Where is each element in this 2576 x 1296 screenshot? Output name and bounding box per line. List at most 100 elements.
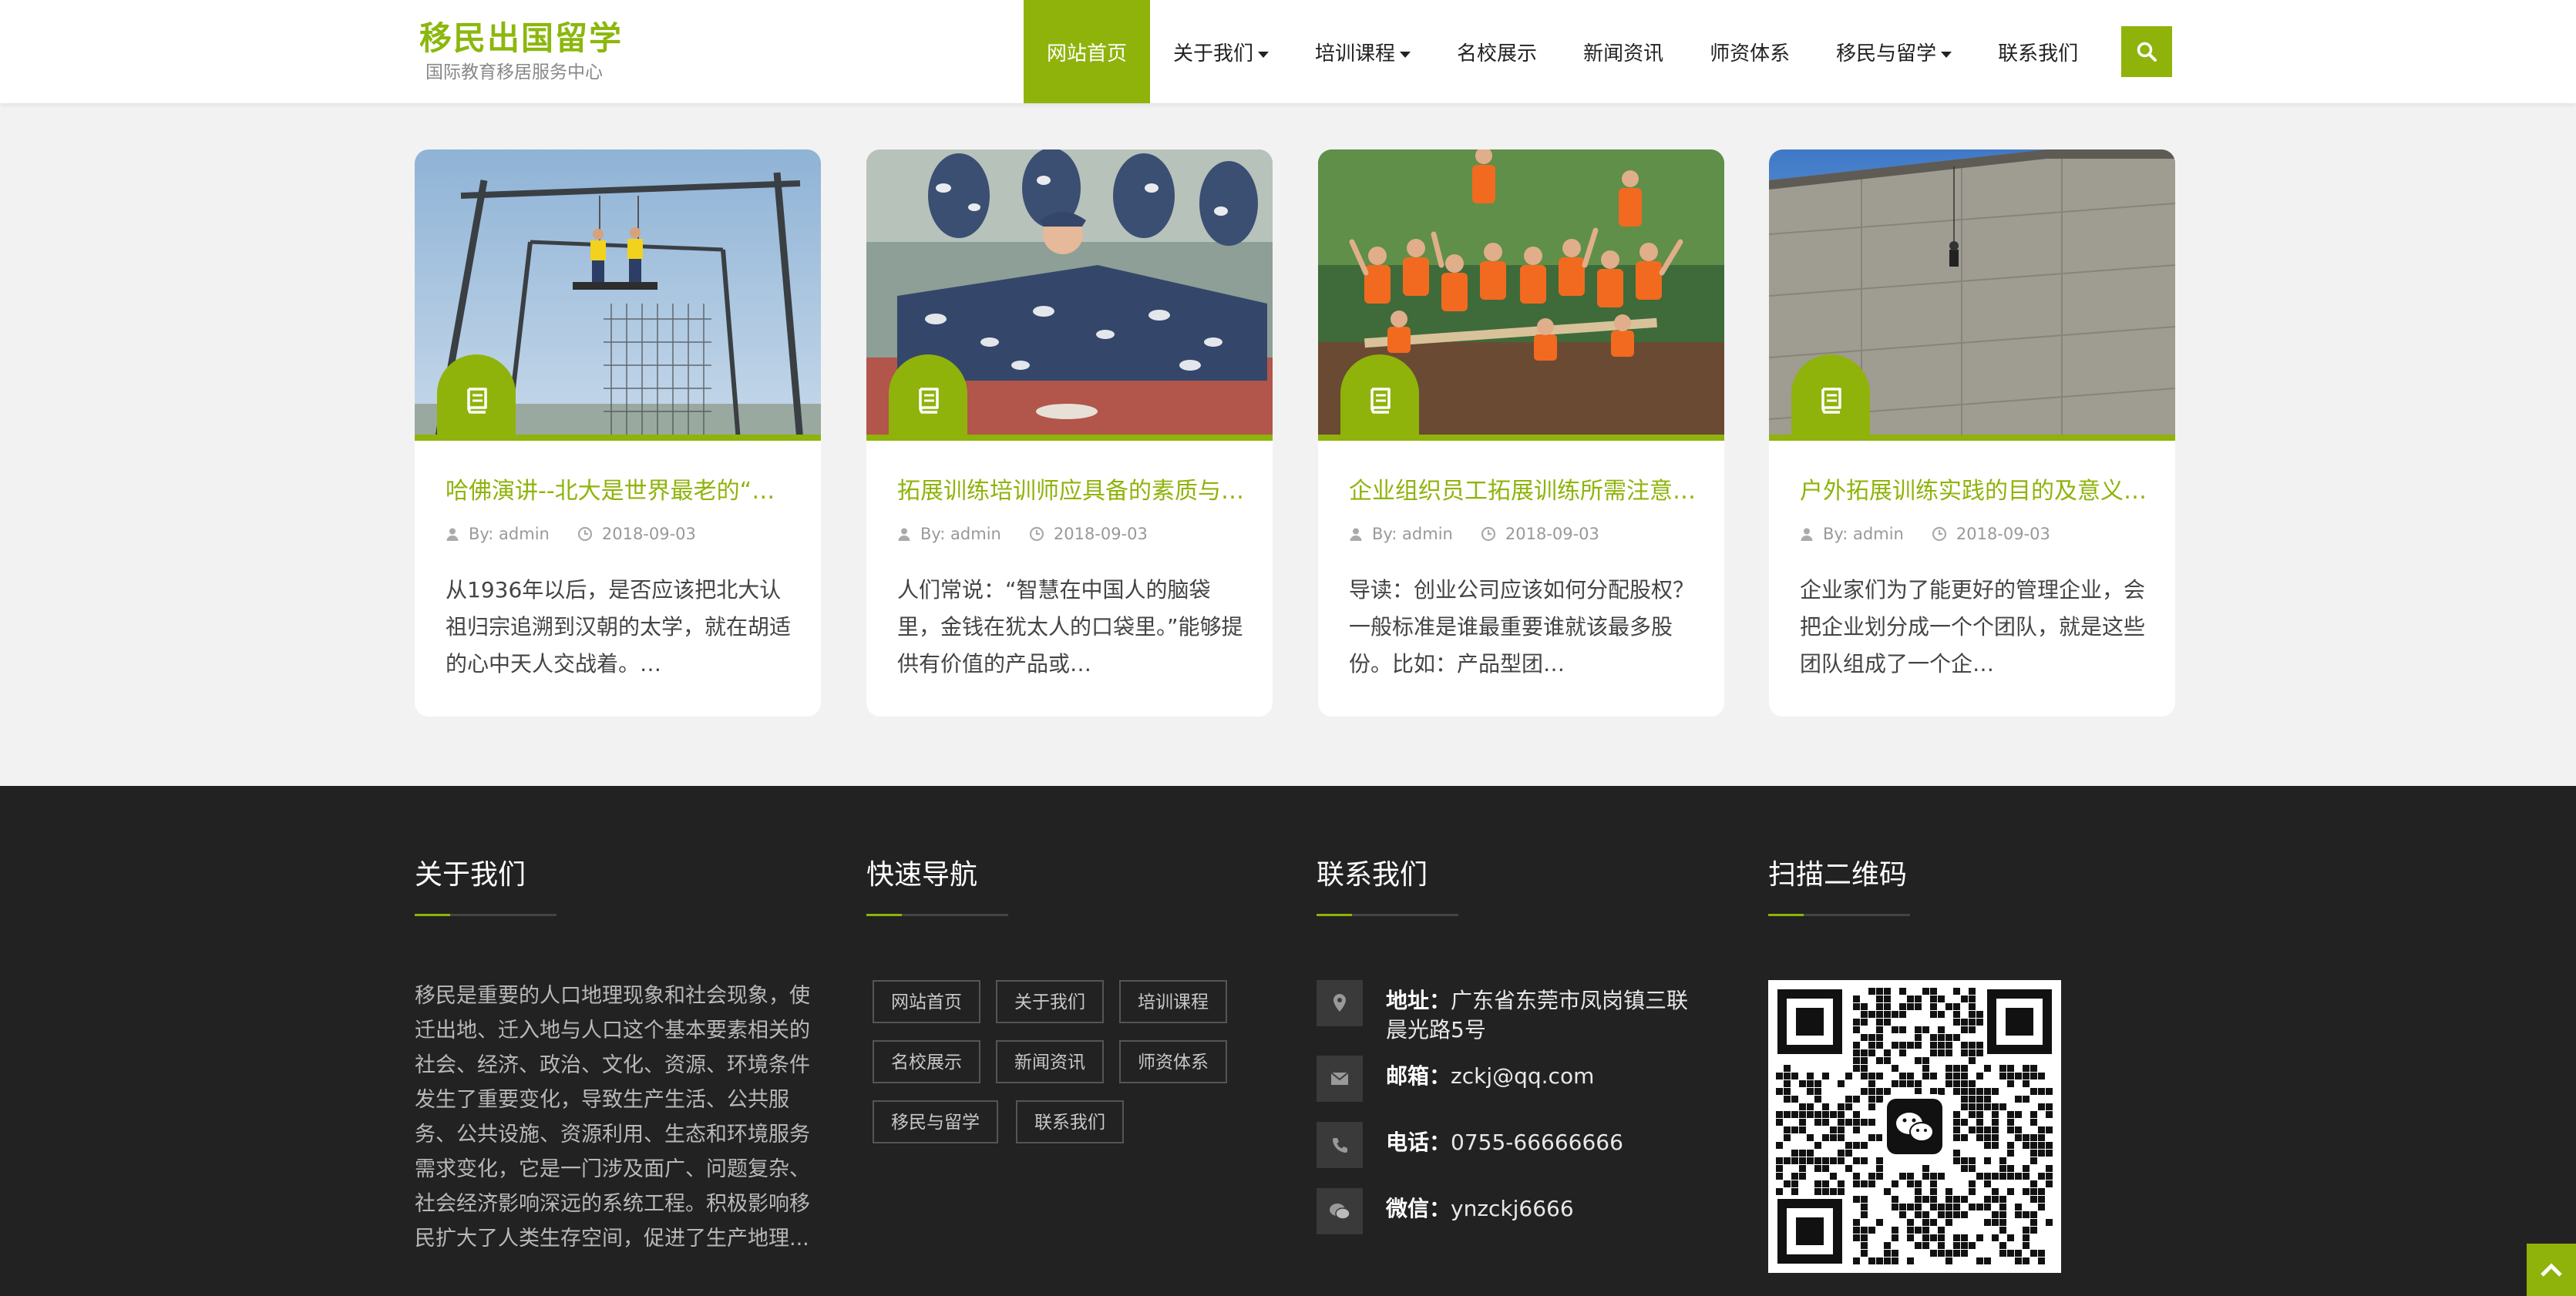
quicknav-link-immigration[interactable]: 移民与留学 xyxy=(873,1100,998,1143)
contact-value: 0755-66666666 xyxy=(1451,1130,1623,1155)
heading-underline xyxy=(1768,914,1910,916)
article-card[interactable]: 企业组织员工拓展训练所需注意的事项 By: admin 2018-09-03 导… xyxy=(1318,149,1724,717)
nav-item-news[interactable]: 新闻资讯 xyxy=(1560,0,1687,103)
article-cards: 哈佛演讲--北大是世界最老的“大学” By: admin 2018-09-03 … xyxy=(415,149,2175,717)
clock-icon xyxy=(1481,526,1495,542)
contact-value[interactable]: zckj@qq.com xyxy=(1451,1063,1594,1089)
article-meta: By: admin 2018-09-03 xyxy=(1349,522,1627,546)
nav-item-teachers[interactable]: 师资体系 xyxy=(1687,0,1813,103)
article-date: 2018-09-03 xyxy=(1956,525,2050,543)
quicknav-link-about[interactable]: 关于我们 xyxy=(996,980,1104,1023)
article-excerpt: 导读：创业公司应该如何分配股权？一般标准是谁最重要谁就该最多股份。比如：产品型团… xyxy=(1349,577,1695,677)
article-author: By: admin xyxy=(920,525,1001,543)
contact-label: 地址： xyxy=(1386,988,1451,1013)
logo-subtitle: 国际教育移居服务中心 xyxy=(425,62,603,82)
contact-address: 地址：广东省东莞市凤岗镇三联晨光路5号 xyxy=(1317,980,1710,1045)
quicknav-link-courses[interactable]: 培训课程 xyxy=(1119,980,1227,1023)
site-logo[interactable]: 移民出国留学 国际教育移居服务中心 xyxy=(419,17,651,91)
footer-qr-heading: 扫描二维码 xyxy=(1768,859,1908,891)
qr-code-image xyxy=(1768,980,2061,1273)
main-nav: 网站首页 关于我们 培训课程 名校展示 新闻资讯 师资体系 移民与留学 联系我们 xyxy=(1024,0,2101,103)
article-date: 2018-09-03 xyxy=(1505,525,1599,543)
chevron-up-icon xyxy=(2541,1263,2562,1277)
nav-item-schools[interactable]: 名校展示 xyxy=(1434,0,1560,103)
article-excerpt: 企业家们为了能更好的管理企业，会把企业划分成一个个团队，就是这些团队组成了一个企… xyxy=(1800,577,2146,677)
article-image[interactable] xyxy=(866,149,1273,441)
footer-quicknav-heading: 快速导航 xyxy=(866,859,978,891)
user-icon xyxy=(1801,528,1813,541)
quicknav-link-teachers[interactable]: 师资体系 xyxy=(1119,1040,1227,1083)
search-icon xyxy=(2137,42,2157,62)
book-icon xyxy=(467,388,487,414)
quicknav-link-home[interactable]: 网站首页 xyxy=(873,980,980,1023)
article-card[interactable]: 哈佛演讲--北大是世界最老的“大学” By: admin 2018-09-03 … xyxy=(415,149,821,717)
nav-item-courses[interactable]: 培训课程 xyxy=(1292,0,1434,103)
article-image[interactable] xyxy=(1769,149,2175,441)
caret-down-icon xyxy=(1941,51,1952,58)
logo-title: 移民出国留学 xyxy=(419,19,624,57)
caret-down-icon xyxy=(1400,51,1411,58)
article-title[interactable]: 企业组织员工拓展训练所需注意的事项 xyxy=(1349,472,1696,505)
article-title[interactable]: 户外拓展训练实践的目的及意义是什么 xyxy=(1800,472,2147,505)
article-meta: By: admin 2018-09-03 xyxy=(446,522,724,546)
footer-about-heading: 关于我们 xyxy=(415,859,526,891)
book-icon xyxy=(1821,388,1841,414)
article-author: By: admin xyxy=(1372,525,1453,543)
location-icon xyxy=(1317,980,1363,1026)
contact-label: 微信： xyxy=(1386,1196,1451,1221)
nav-item-label: 关于我们 xyxy=(1173,42,1254,65)
nav-item-immigration[interactable]: 移民与留学 xyxy=(1813,0,1975,103)
article-title[interactable]: 哈佛演讲--北大是世界最老的“大学” xyxy=(446,472,792,505)
nav-item-home[interactable]: 网站首页 xyxy=(1024,0,1151,103)
back-to-top-button[interactable] xyxy=(2527,1244,2576,1296)
nav-item-contact[interactable]: 联系我们 xyxy=(1975,0,2101,103)
article-image[interactable] xyxy=(1318,149,1724,441)
card-badge xyxy=(1340,354,1419,441)
site-footer: 关于我们 快速导航 联系我们 扫描二维码 xyxy=(0,786,2576,1296)
mail-icon xyxy=(1317,1056,1363,1102)
quicknav-link-schools[interactable]: 名校展示 xyxy=(873,1040,980,1083)
card-badge xyxy=(1791,354,1870,441)
article-meta: By: admin 2018-09-03 xyxy=(1800,522,2078,546)
wechat-icon xyxy=(1317,1188,1363,1234)
contact-email: 邮箱：zckj@qq.com xyxy=(1317,1056,1710,1102)
nav-item-label: 培训课程 xyxy=(1315,42,1396,65)
search-button[interactable] xyxy=(2121,26,2172,77)
clock-icon xyxy=(577,526,592,542)
phone-icon xyxy=(1317,1122,1363,1168)
qr-code xyxy=(1768,980,2061,1273)
contact-label: 电话： xyxy=(1386,1130,1451,1155)
article-card[interactable]: 户外拓展训练实践的目的及意义是什么 By: admin 2018-09-03 企… xyxy=(1769,149,2175,717)
contact-value: ynzckj6666 xyxy=(1451,1196,1574,1221)
article-author: By: admin xyxy=(1823,525,1904,543)
user-icon xyxy=(1350,528,1362,541)
caret-down-icon xyxy=(1258,51,1270,58)
article-card[interactable]: 拓展训练培训师应具备的素质与能力 By: admin 2018-09-03 人们… xyxy=(866,149,1273,717)
clock-icon xyxy=(1029,526,1044,542)
article-image[interactable] xyxy=(415,149,821,441)
quicknav-link-news[interactable]: 新闻资讯 xyxy=(996,1040,1104,1083)
heading-underline xyxy=(866,914,1008,916)
user-icon xyxy=(446,528,459,541)
card-badge xyxy=(889,354,967,441)
card-badge xyxy=(437,354,516,441)
user-icon xyxy=(898,528,910,541)
clock-icon xyxy=(1932,526,1946,542)
heading-underline xyxy=(1317,914,1458,916)
article-date: 2018-09-03 xyxy=(1053,525,1148,543)
article-date: 2018-09-03 xyxy=(601,525,696,543)
article-title[interactable]: 拓展训练培训师应具备的素质与能力 xyxy=(897,472,1244,505)
article-meta: By: admin 2018-09-03 xyxy=(897,522,1175,546)
article-excerpt: 从1936年以后，是否应该把北大认祖归宗追溯到汉朝的太学，就在胡适的心中天人交战… xyxy=(446,577,792,677)
contact-wechat: 微信：ynzckj6666 xyxy=(1317,1188,1710,1234)
contact-label: 邮箱： xyxy=(1386,1063,1451,1089)
contact-phone: 电话：0755-66666666 xyxy=(1317,1122,1710,1168)
nav-item-label: 移民与留学 xyxy=(1836,42,1937,65)
heading-underline xyxy=(415,914,557,916)
site-header: 移民出国留学 国际教育移居服务中心 网站首页 关于我们 培训课程 名校展示 新闻… xyxy=(0,0,2576,103)
nav-item-about[interactable]: 关于我们 xyxy=(1150,0,1292,103)
quicknav-link-contact[interactable]: 联系我们 xyxy=(1016,1100,1124,1143)
footer-about-text: 移民是重要的人口地理现象和社会现象，使迁出地、迁入地与人口这个基本要素相关的社会… xyxy=(415,984,810,1251)
article-author: By: admin xyxy=(469,525,550,543)
book-icon xyxy=(1370,388,1391,414)
